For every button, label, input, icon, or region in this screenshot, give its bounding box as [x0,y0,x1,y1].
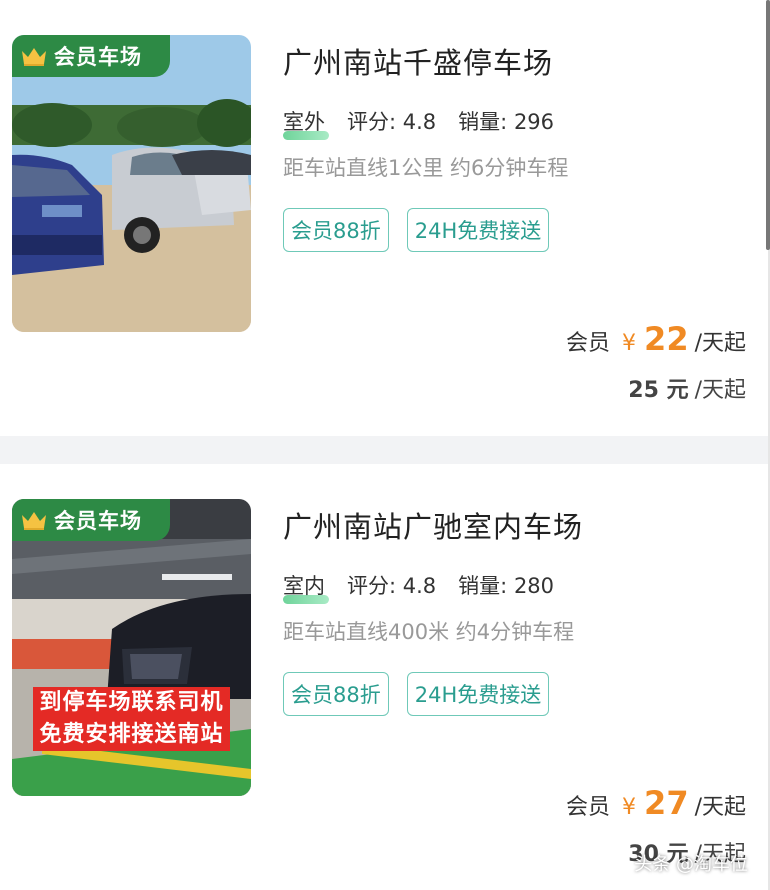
sales: 销量: 280 [458,570,554,600]
original-price-amount: 25 元 [628,378,689,403]
sales-value: 280 [513,574,555,598]
member-lot-badge: 会员车场 [12,35,170,77]
promo-line-1: 到停车场联系司机 [33,687,230,719]
member-price-amount: 27 [644,784,689,822]
price-unit: /天起 [694,331,746,356]
lot-type: 室内 [283,570,329,604]
currency-symbol: ¥ [622,331,637,356]
promo-line-2: 免费安排接送南站 [33,719,230,751]
member-discount-tag: 会员88折 [283,672,389,716]
member-discount-tag: 会员88折 [283,208,389,252]
lot-type-label: 室内 [283,574,325,598]
card-divider [0,436,770,464]
sales-label: 销量: [458,574,508,598]
crown-icon [22,512,46,530]
sales-value: 296 [513,110,555,134]
rating: 评分: 4.8 [347,570,436,600]
member-price-label: 会员 [566,331,611,356]
parking-thumbnail[interactable]: 会员车场 [12,35,251,332]
shuttle-tag: 24H免费接送 [406,672,550,716]
member-price-label: 会员 [566,795,611,820]
parking-listing-card[interactable]: 会员车场 广州南站千盛停车场 室外 评分: 4.8 销量: 296 距车站直线1… [0,0,768,436]
indoor-parking-photo [12,499,251,796]
member-price: 会员 ¥ 27 /天起 [566,784,746,822]
outdoor-parking-photo [12,35,251,332]
shuttle-promo-banner: 到停车场联系司机 免费安排接送南站 [12,687,251,751]
original-price: 25 元 /天起 [628,372,746,404]
lot-meta: 室外 评分: 4.8 销量: 296 [283,106,554,140]
tag-list: 会员88折 24H免费接送 [283,208,550,252]
watermark: 头条 @淘车位 [634,854,748,875]
crown-icon [22,48,46,66]
scrollbar[interactable] [766,0,770,250]
lot-type: 室外 [283,106,329,140]
price-unit: /天起 [694,795,746,820]
rating: 评分: 4.8 [347,106,436,136]
tag-list: 会员88折 24H免费接送 [283,672,550,716]
parking-lot-title[interactable]: 广州南站千盛停车场 [283,40,553,82]
member-price: 会员 ¥ 22 /天起 [566,320,746,358]
rating-value: 4.8 [402,110,437,134]
currency-symbol: ¥ [622,795,637,820]
rating-value: 4.8 [402,574,437,598]
shuttle-tag: 24H免费接送 [406,208,550,252]
original-price-unit: /天起 [694,378,746,403]
rating-label: 评分: [347,110,397,134]
badge-label: 会员车场 [54,45,142,69]
member-lot-badge: 会员车场 [12,499,170,541]
member-price-amount: 22 [644,320,689,358]
parking-thumbnail[interactable]: 会员车场 到停车场联系司机 免费安排接送南站 [12,499,251,796]
sales-label: 销量: [458,110,508,134]
parking-listing-card[interactable]: 会员车场 到停车场联系司机 免费安排接送南站 广州南站广驰室内车场 室内 评分:… [0,464,768,890]
parking-lot-title[interactable]: 广州南站广驰室内车场 [283,504,583,546]
lot-type-label: 室外 [283,110,325,134]
rating-label: 评分: [347,574,397,598]
sales: 销量: 296 [458,106,554,136]
distance-info: 距车站直线400米 约4分钟车程 [283,620,575,644]
badge-label: 会员车场 [54,509,142,533]
distance-info: 距车站直线1公里 约6分钟车程 [283,156,569,180]
lot-meta: 室内 评分: 4.8 销量: 280 [283,570,554,604]
